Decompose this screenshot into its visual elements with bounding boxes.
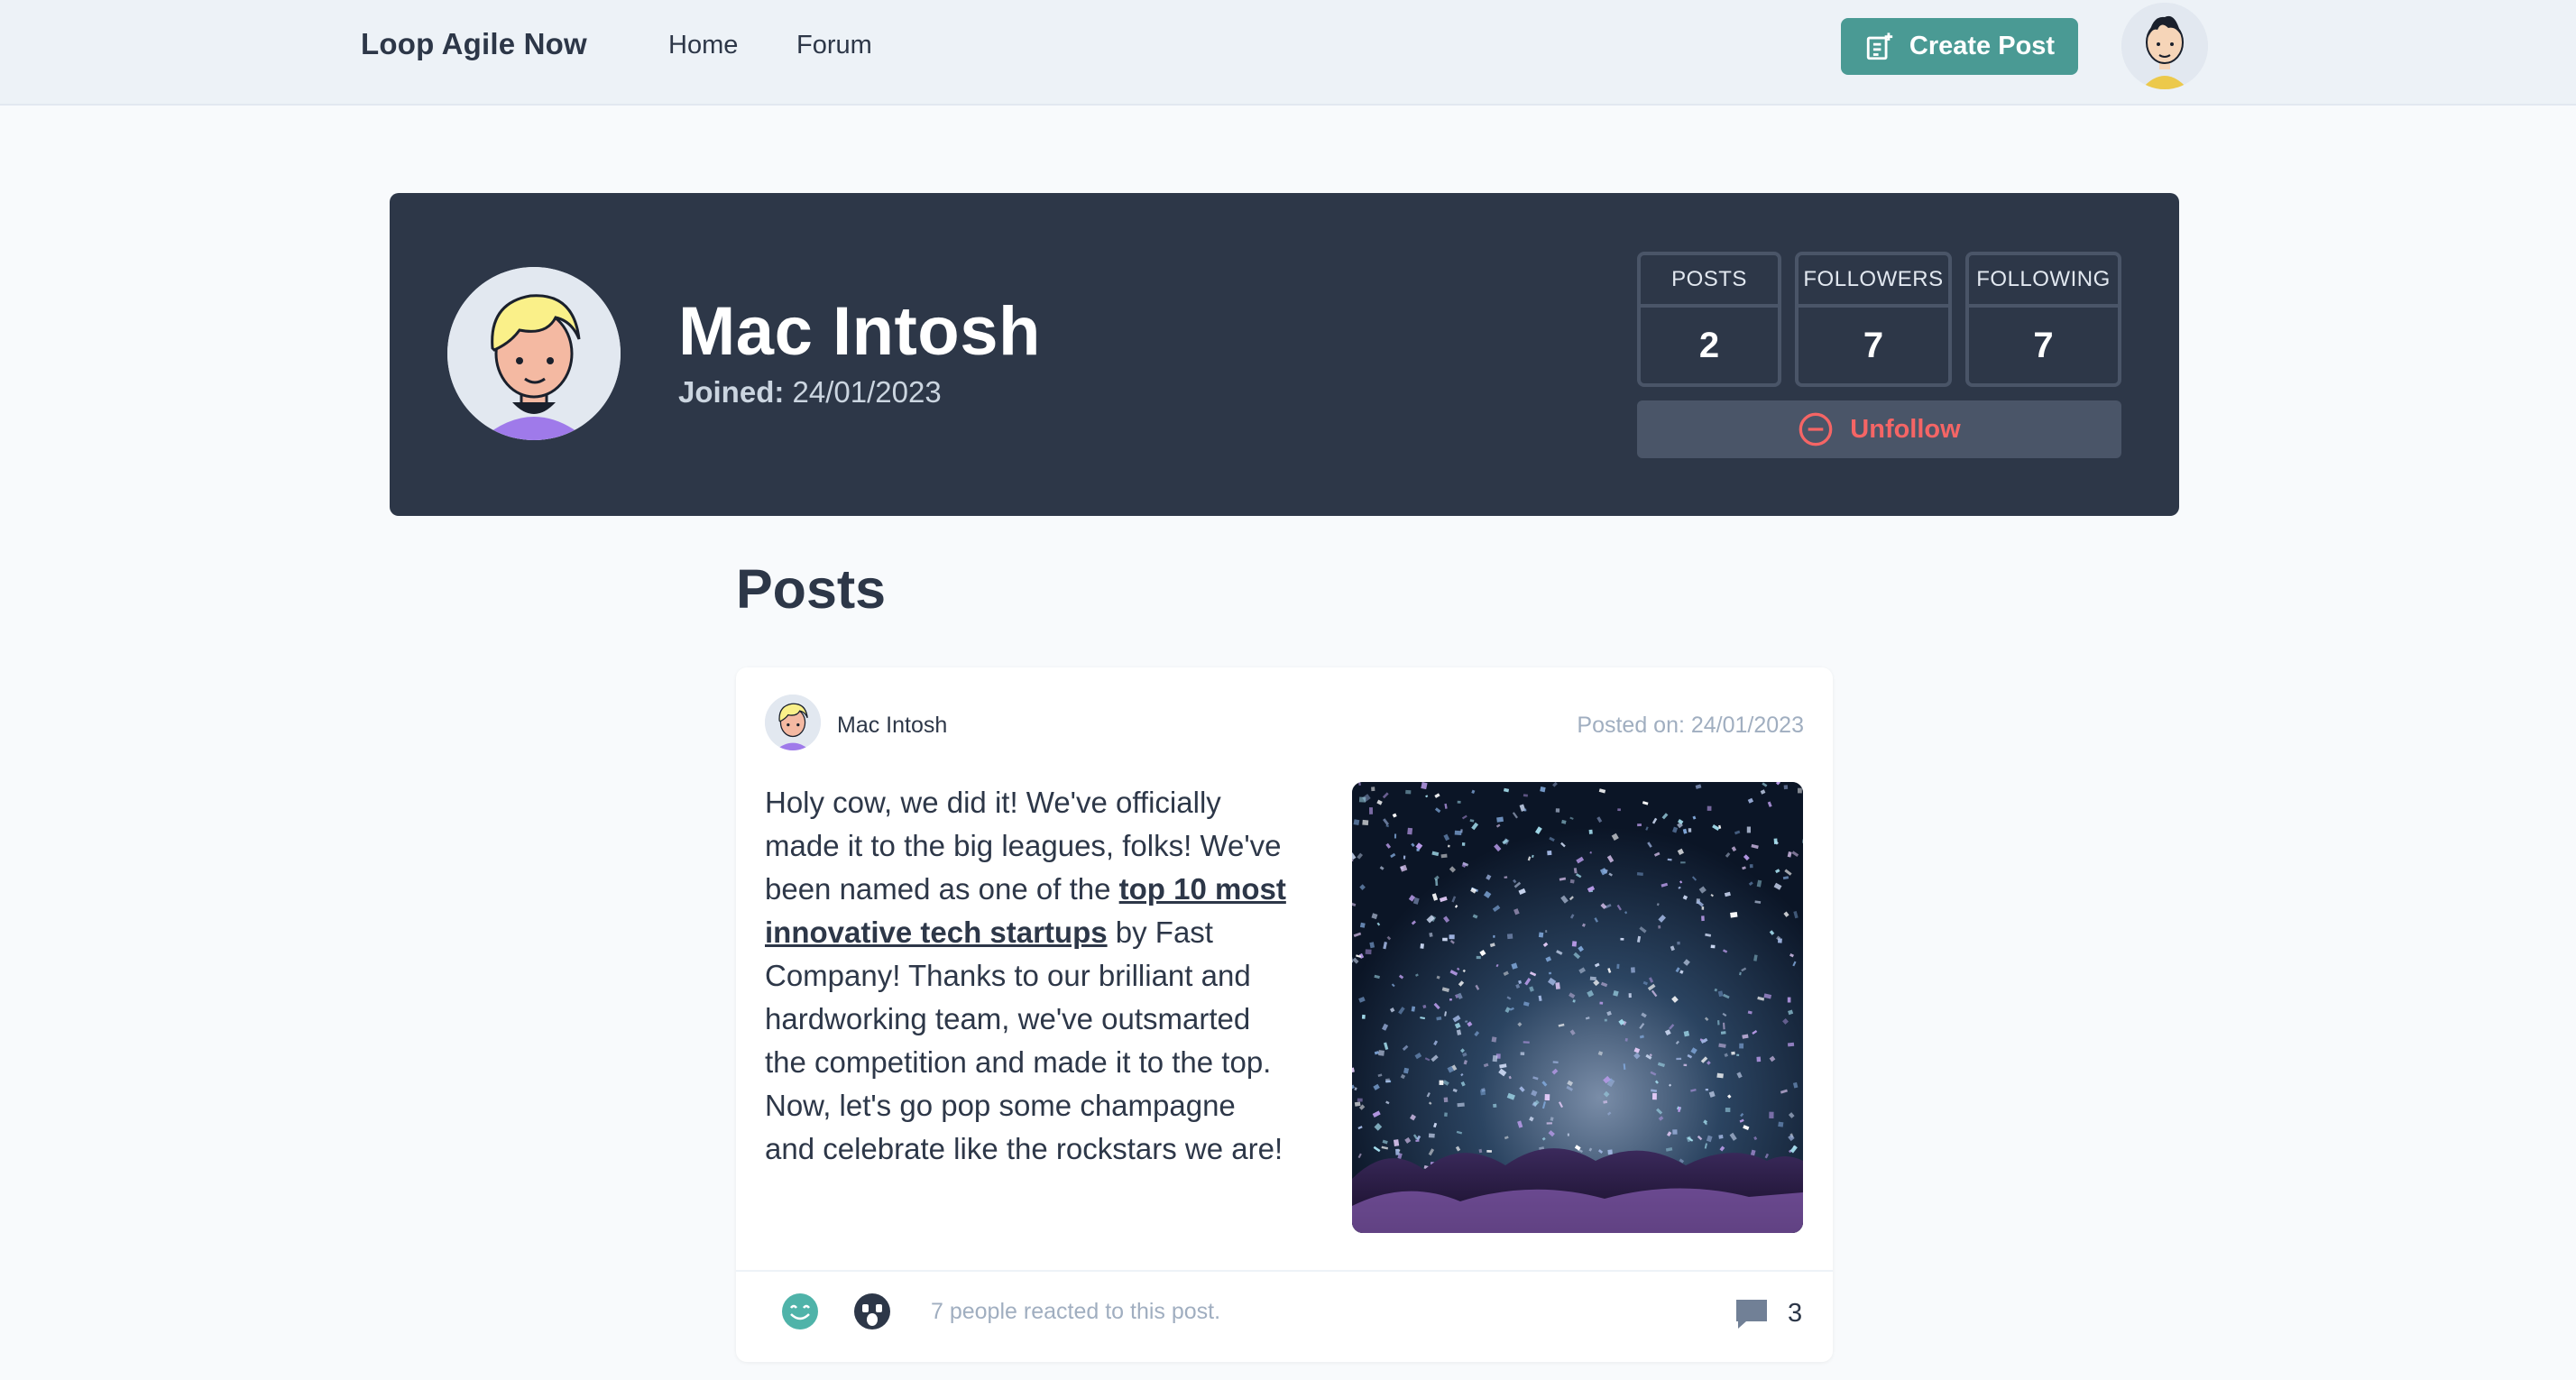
create-post-icon	[1866, 32, 1893, 60]
post-author-name[interactable]: Mac Intosh	[837, 713, 947, 739]
post-image-confetti-concert[interactable]	[1352, 782, 1803, 1233]
unfollow-button[interactable]: Unfollow	[1637, 400, 2121, 458]
stat-followers-label: FOLLOWERS	[1799, 255, 1948, 308]
stat-posts-label: POSTS	[1641, 255, 1778, 308]
profile-banner: Mac Intosh Joined: 24/01/2023 POSTS 2 FO…	[390, 193, 2179, 516]
posts-heading: Posts	[736, 558, 887, 620]
profile-joined: Joined: 24/01/2023	[678, 375, 942, 409]
top-navbar: Loop Agile Now Home Forum Create Post	[0, 0, 2576, 106]
shocked-reaction-icon[interactable]	[853, 1293, 891, 1330]
stat-posts-value: 2	[1698, 325, 1720, 365]
comment-count: 3	[1788, 1299, 1803, 1328]
profile-name: Mac Intosh	[678, 293, 1041, 370]
post-date: Posted on: 24/01/2023	[1577, 713, 1804, 738]
profile-avatar	[447, 267, 621, 440]
post-body: Holy cow, we did it! We've officially ma…	[765, 781, 1288, 1171]
stat-following[interactable]: FOLLOWING 7	[1965, 252, 2121, 387]
brand-logo-text[interactable]: Loop Agile Now	[361, 27, 587, 61]
post-footer-divider	[736, 1270, 1833, 1272]
create-post-label: Create Post	[1909, 32, 2056, 60]
stat-following-value: 7	[2033, 325, 2054, 365]
minus-circle-icon	[1799, 412, 1833, 446]
create-post-button[interactable]: Create Post	[1841, 18, 2078, 75]
stat-followers[interactable]: FOLLOWERS 7	[1795, 252, 1952, 387]
post-card: Mac Intosh Posted on: 24/01/2023 Holy co…	[736, 667, 1833, 1362]
post-author-avatar[interactable]	[765, 695, 821, 750]
smile-reaction-icon[interactable]	[781, 1293, 819, 1330]
stat-posts: POSTS 2	[1637, 252, 1781, 387]
post-text-after: by Fast Company! Thanks to our brilliant…	[765, 915, 1283, 1165]
nav-link-home[interactable]: Home	[668, 31, 738, 60]
joined-label: Joined:	[678, 375, 785, 409]
user-avatar-icon[interactable]	[2121, 3, 2208, 89]
joined-date: 24/01/2023	[792, 375, 942, 409]
unfollow-label: Unfollow	[1850, 414, 1961, 444]
stat-followers-value: 7	[1863, 325, 1884, 365]
nav-link-forum[interactable]: Forum	[796, 31, 872, 60]
reactions-summary[interactable]: 7 people reacted to this post.	[931, 1299, 1220, 1325]
comment-icon[interactable]	[1734, 1297, 1770, 1331]
stat-following-label: FOLLOWING	[1969, 255, 2118, 308]
